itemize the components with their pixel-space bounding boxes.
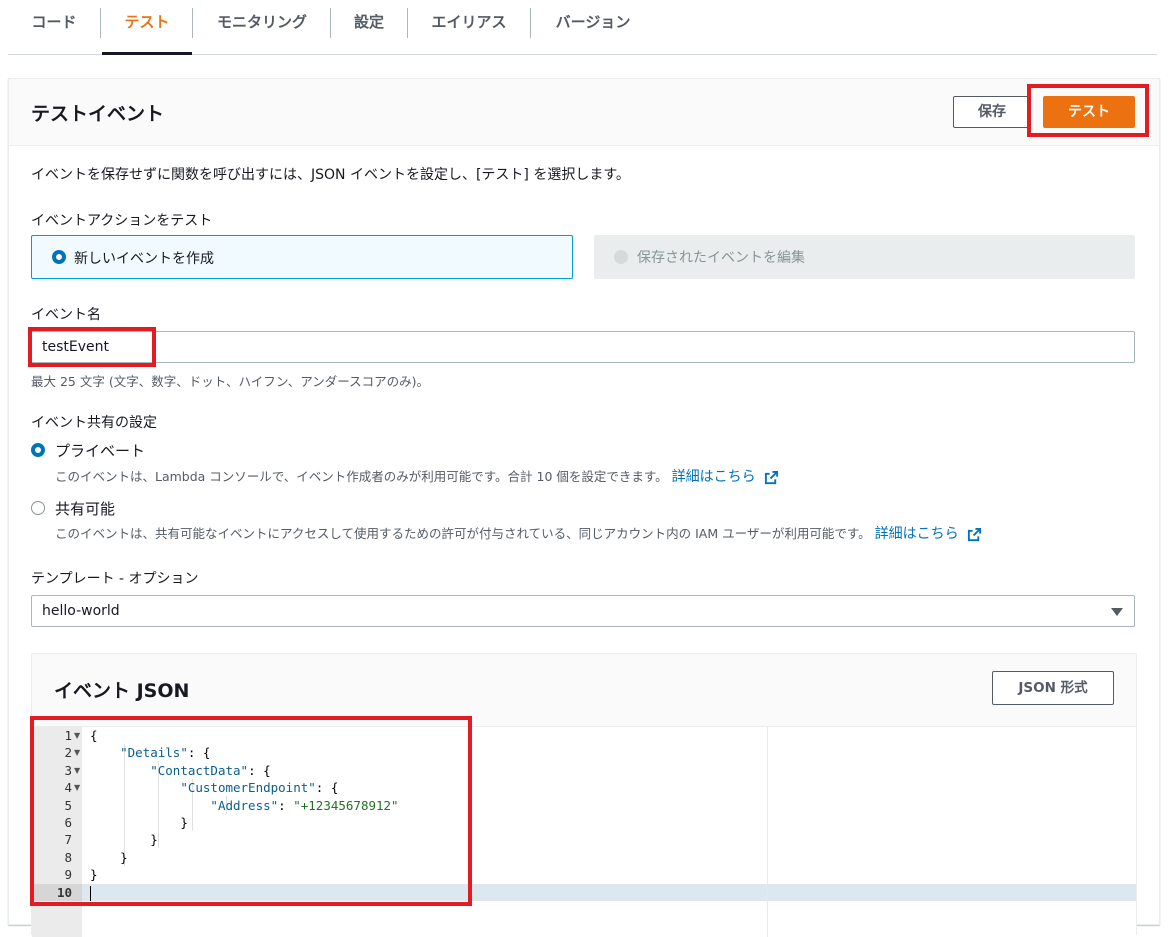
line-number: 9 (64, 867, 72, 883)
test-button[interactable]: テスト (1043, 96, 1135, 128)
code-line: "ContactData": { (90, 762, 271, 779)
tab-settings[interactable]: 設定 (332, 0, 406, 54)
shareable-description: このイベントは、共有可能なイベントにアクセスして使用するための許可が付与されてい… (55, 523, 982, 543)
private-description-text: このイベントは、Lambda コンソールで、イベント作成者のみが利用可能です。合… (55, 469, 668, 484)
saved-event-radio[interactable] (614, 250, 628, 264)
print-margin (767, 727, 768, 937)
code-punct: : { (187, 745, 211, 761)
external-link-icon[interactable] (764, 470, 779, 485)
code-line: "CustomerEndpoint": { (90, 779, 338, 796)
json-format-button[interactable]: JSON 形式 (992, 671, 1114, 705)
tab-code[interactable]: コード (8, 0, 100, 54)
learn-more-link-private[interactable]: 詳細はこちら (672, 469, 756, 485)
code-punct: } (90, 867, 98, 883)
code-key: "ContactData" (150, 762, 249, 778)
code-string: "+12345678912" (293, 797, 399, 813)
chevron-down-icon (1111, 608, 1123, 616)
code-line: { (90, 727, 98, 744)
private-radio[interactable] (31, 443, 45, 457)
code-line: } (90, 814, 188, 831)
code-key: "Address" (210, 797, 279, 813)
sharing-label: イベント共有の設定 (31, 415, 157, 431)
tab-separator (192, 8, 193, 38)
code-line: "Details": { (90, 744, 210, 761)
new-event-radio[interactable] (52, 250, 66, 264)
code-punct: : (278, 797, 294, 813)
shareable-description-text: このイベントは、共有可能なイベントにアクセスして使用するための許可が付与されてい… (55, 526, 871, 541)
tab-separator (330, 8, 331, 38)
test-event-panel: テストイベント 保存 テスト イベントを保存せずに関数を呼び出すには、JSON … (8, 78, 1160, 937)
code-punct: { (90, 728, 98, 743)
private-description: このイベントは、Lambda コンソールで、イベント作成者のみが利用可能です。合… (55, 466, 779, 486)
line-number: 7 (64, 832, 72, 848)
panel-header: テストイベント 保存 テスト (9, 79, 1159, 146)
tab-monitoring[interactable]: モニタリング (194, 0, 330, 54)
external-link-icon[interactable] (967, 527, 982, 542)
line-number: 10 (56, 884, 72, 900)
new-event-tile[interactable]: 新しいイベントを作成 (31, 235, 573, 279)
private-label: プライベート (55, 442, 146, 460)
line-number: 3 (64, 762, 72, 778)
code-line: } (90, 866, 98, 883)
event-action-label: イベントアクションをテスト (31, 213, 213, 229)
line-number: 8 (64, 849, 72, 865)
line-number: 2 (64, 745, 72, 761)
fold-arrow-icon[interactable]: ▼ (74, 779, 80, 796)
code-punct: : { (248, 762, 271, 778)
line-number: 4 (64, 780, 72, 796)
panel-description: イベントを保存せずに関数を呼び出すには、JSON イベントを設定し、[テスト] … (31, 167, 630, 183)
code-key: "Details" (120, 745, 188, 761)
fold-arrow-icon[interactable]: ▼ (74, 744, 80, 761)
saved-event-tile[interactable]: 保存されたイベントを編集 (594, 235, 1135, 279)
code-line: } (90, 849, 128, 866)
shareable-label: 共有可能 (55, 500, 116, 518)
json-code-editor[interactable]: 1 2 3 4 5 6 7 8 9 10 ▼ ▼ ▼ ▼ { "Details"… (32, 726, 1136, 937)
save-button[interactable]: 保存 (953, 96, 1031, 128)
event-name-label: イベント名 (31, 307, 101, 323)
tab-bar: コード テスト モニタリング 設定 エイリアス バージョン (8, 0, 1157, 55)
code-line: "Address": "+12345678912" (90, 797, 399, 814)
line-number: 6 (64, 815, 72, 830)
template-label: テンプレート - オプション (31, 571, 199, 587)
learn-more-link-shareable[interactable]: 詳細はこちら (875, 526, 959, 542)
active-line-highlight (82, 884, 1136, 902)
fold-arrow-icon[interactable]: ▼ (74, 727, 80, 744)
new-event-label: 新しいイベントを作成 (74, 251, 214, 267)
tab-separator (407, 8, 408, 38)
shareable-radio[interactable] (31, 501, 45, 515)
code-key: "CustomerEndpoint" (180, 780, 316, 796)
tab-aliases[interactable]: エイリアス (409, 0, 529, 54)
tab-separator (100, 8, 101, 38)
event-name-input[interactable]: testEvent (31, 331, 1135, 363)
code-punct: } (120, 849, 128, 865)
event-json-title: イベント JSON (54, 680, 190, 702)
tab-separator (530, 8, 531, 38)
code-punct: : { (315, 780, 339, 796)
text-cursor (90, 885, 91, 901)
template-select[interactable]: hello-world (31, 595, 1135, 627)
tab-versions[interactable]: バージョン (532, 0, 654, 54)
fold-arrow-icon[interactable]: ▼ (74, 762, 80, 779)
line-number: 5 (64, 797, 72, 813)
line-number: 1 (64, 728, 72, 743)
template-select-value: hello-world (42, 603, 120, 619)
event-name-hint: 最大 25 文字 (文字、数字、ドット、ハイフン、アンダースコアのみ)。 (31, 374, 429, 389)
code-line: } (90, 831, 158, 848)
code-punct: } (150, 832, 158, 848)
saved-event-label: 保存されたイベントを編集 (637, 250, 805, 266)
code-punct: } (180, 815, 188, 830)
code-line (90, 884, 91, 901)
event-json-container: イベント JSON JSON 形式 1 2 3 4 5 6 7 8 9 10 ▼… (31, 653, 1137, 937)
tab-test[interactable]: テスト (102, 0, 192, 55)
panel-title: テストイベント (31, 103, 165, 125)
